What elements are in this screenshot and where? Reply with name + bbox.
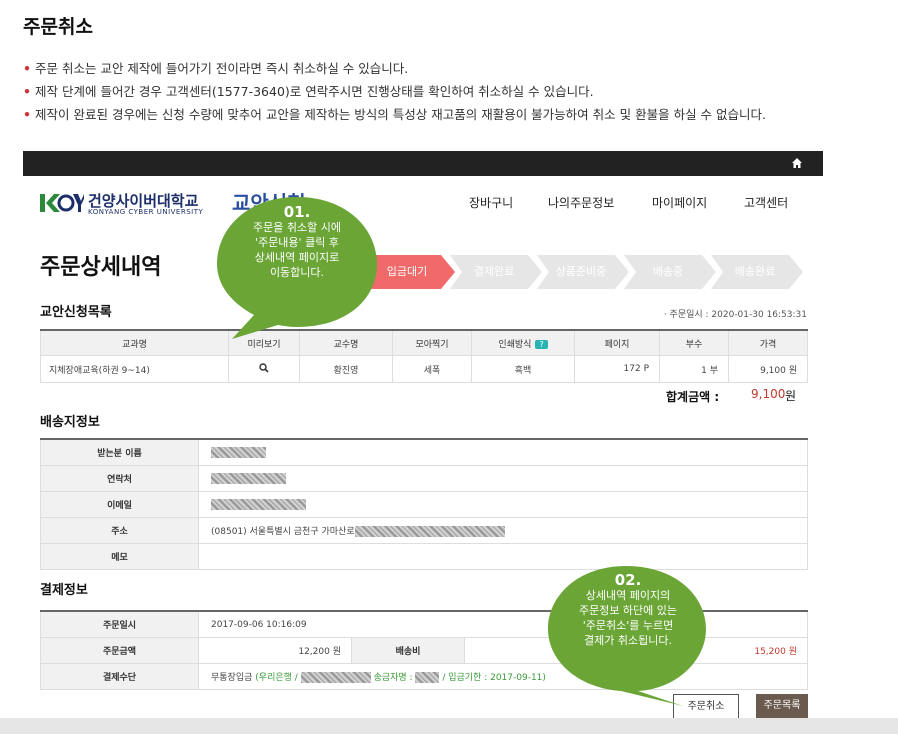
table-header-row: 교과명 미리보기 교수명 모아찍기 인쇄방식? 페이지 부수 가격 bbox=[40, 330, 808, 356]
order-time-label: 주문일시 bbox=[40, 611, 199, 638]
redacted-text bbox=[415, 672, 440, 683]
bullet-icon: • bbox=[23, 61, 31, 76]
col-course: 교과명 bbox=[40, 330, 229, 356]
email-value bbox=[198, 491, 808, 518]
memo-value bbox=[198, 543, 808, 570]
search-icon[interactable] bbox=[259, 362, 269, 373]
address-value: (08501) 서울특별시 금천구 가마산로 bbox=[198, 517, 808, 544]
items-table: 교과명 미리보기 교수명 모아찍기 인쇄방식? 페이지 부수 가격 지체장애교육… bbox=[40, 329, 808, 383]
shipping-section-title: 배송지정보 bbox=[40, 415, 100, 430]
step-payment-complete: 결제완료 bbox=[450, 255, 542, 289]
col-layout: 모아찍기 bbox=[392, 330, 472, 356]
payment-section-title: 결제정보 bbox=[40, 583, 88, 598]
callout-number: 02. bbox=[614, 571, 642, 589]
order-datetime: · 주문일시 : 2020-01-30 16:53:31 bbox=[663, 310, 807, 320]
amount-label: 주문금액 bbox=[40, 637, 199, 664]
method-value: 무통장입금 (우리은행 / 송금자명 : / 입금기한 : 2017-09-11… bbox=[198, 663, 808, 690]
table-row: 연락처 bbox=[40, 465, 808, 492]
detail-title: 주문상세내역 bbox=[40, 255, 162, 280]
col-print: 인쇄방식? bbox=[471, 330, 575, 356]
method-label: 결제수단 bbox=[40, 663, 199, 690]
col-pages: 페이지 bbox=[574, 330, 660, 356]
phone-value bbox=[198, 465, 808, 492]
redacted-text bbox=[211, 499, 306, 510]
nav-customer-center[interactable]: 고객센터 bbox=[744, 194, 788, 211]
shipping-fee-label: 배송비 bbox=[351, 637, 465, 664]
order-time-value: 2017-09-06 10:16:09 bbox=[198, 610, 808, 638]
redacted-text bbox=[300, 672, 371, 683]
home-icon[interactable] bbox=[791, 157, 803, 169]
notice-list: • 주문 취소는 교안 제작에 들어가기 전이라면 즉시 취소하실 수 있습니다.… bbox=[23, 60, 766, 129]
total-unit: 원 bbox=[785, 389, 797, 403]
table-row: 주소 (08501) 서울특별시 금천구 가마산로 bbox=[40, 517, 808, 544]
print-cell: 흑백 bbox=[471, 355, 575, 383]
pages-cell: 172 P bbox=[574, 355, 660, 383]
bank-name: (우리은행 / bbox=[255, 673, 298, 683]
memo-label: 메모 bbox=[40, 543, 199, 570]
notice-item: • 제작이 완료된 경우에는 신청 수량에 맞추어 교안을 제작하는 방식의 특성… bbox=[23, 106, 766, 129]
notice-text: 제작이 완료된 경우에는 신청 수량에 맞추어 교안을 제작하는 방식의 특성상… bbox=[35, 107, 766, 122]
notice-text: 주문 취소는 교안 제작에 들어가기 전이라면 즉시 취소하실 수 있습니다. bbox=[35, 61, 409, 76]
recipient-value bbox=[198, 438, 808, 466]
method-type: 무통장입금 bbox=[211, 673, 253, 683]
callout-01: 01. 주문을 취소할 시에 '주문내용' 클릭 후 상세내역 페이지로 이동합… bbox=[212, 189, 382, 349]
bullet-icon: • bbox=[23, 107, 31, 122]
step-shipping: 배송중 bbox=[624, 255, 716, 289]
course-cell: 지체장애교육(하권 9~14) bbox=[40, 355, 229, 383]
bottom-strip bbox=[0, 718, 898, 734]
phone-label: 연락처 bbox=[40, 465, 199, 492]
shipping-table: 받는분 이름 연락처 이메일 주소 (08501) 서울특별시 금천구 가마산로 … bbox=[40, 438, 808, 570]
page-title: 주문취소 bbox=[23, 16, 93, 38]
sender-label: 송금자명 : bbox=[373, 673, 413, 683]
copies-cell: 1 부 bbox=[659, 355, 729, 383]
step-delivered: 배송완료 bbox=[711, 255, 803, 289]
table-row: 지체장애교육(하권 9~14) 황진영 세폭 흑백 172 P 1 부 9,10… bbox=[40, 355, 808, 383]
notice-item: • 주문 취소는 교안 제작에 들어가기 전이라면 즉시 취소하실 수 있습니다. bbox=[23, 60, 766, 83]
help-badge[interactable]: ? bbox=[535, 339, 548, 349]
callout-number: 01. bbox=[283, 203, 311, 221]
col-price: 가격 bbox=[728, 330, 808, 356]
layout-cell: 세폭 bbox=[392, 355, 472, 383]
notice-item: • 제작 단계에 들어간 경우 고객센터(1577-3640)로 연락주시면 진행… bbox=[23, 83, 766, 106]
recipient-label: 받는분 이름 bbox=[40, 439, 199, 466]
redacted-text bbox=[211, 447, 266, 458]
price-cell: 9,100 원 bbox=[728, 355, 808, 383]
email-label: 이메일 bbox=[40, 491, 199, 518]
deposit-deadline: / 입금기한 : 2017-09-11) bbox=[442, 673, 546, 683]
logo-english-text: KONYANG CYBER UNIVERSITY bbox=[88, 208, 204, 216]
redacted-text bbox=[354, 526, 505, 537]
nav-my-page[interactable]: 마이페이지 bbox=[652, 194, 707, 211]
nav-cart[interactable]: 장바구니 bbox=[469, 194, 513, 211]
order-list-button[interactable]: 주문목록 bbox=[756, 694, 808, 720]
address-label: 주소 bbox=[40, 517, 199, 544]
table-row: 받는분 이름 bbox=[40, 438, 808, 466]
professor-cell: 황진영 bbox=[299, 355, 393, 383]
step-preparing: 상품준비중 bbox=[537, 255, 629, 289]
notice-text: 제작 단계에 들어간 경우 고객센터(1577-3640)로 연락주시면 진행상… bbox=[35, 84, 594, 99]
top-bar bbox=[23, 151, 823, 176]
items-section-title: 교안신청목록 bbox=[40, 305, 112, 320]
callout-02: 02. 상세내역 페이지의 주문정보 하단에 있는 '주문취소'를 누르면 결제… bbox=[543, 561, 713, 711]
amount-value: 12,200 원 bbox=[198, 637, 352, 664]
col-copies: 부수 bbox=[659, 330, 729, 356]
table-row: 이메일 bbox=[40, 491, 808, 518]
bullet-icon: • bbox=[23, 84, 31, 99]
nav-my-orders[interactable]: 나의주문정보 bbox=[548, 194, 614, 211]
total-value: 9,100 bbox=[751, 387, 786, 401]
preview-cell[interactable] bbox=[228, 355, 300, 383]
university-logo-icon bbox=[40, 194, 84, 212]
redacted-text bbox=[211, 473, 286, 484]
total-label: 합계금액 : bbox=[666, 390, 720, 404]
